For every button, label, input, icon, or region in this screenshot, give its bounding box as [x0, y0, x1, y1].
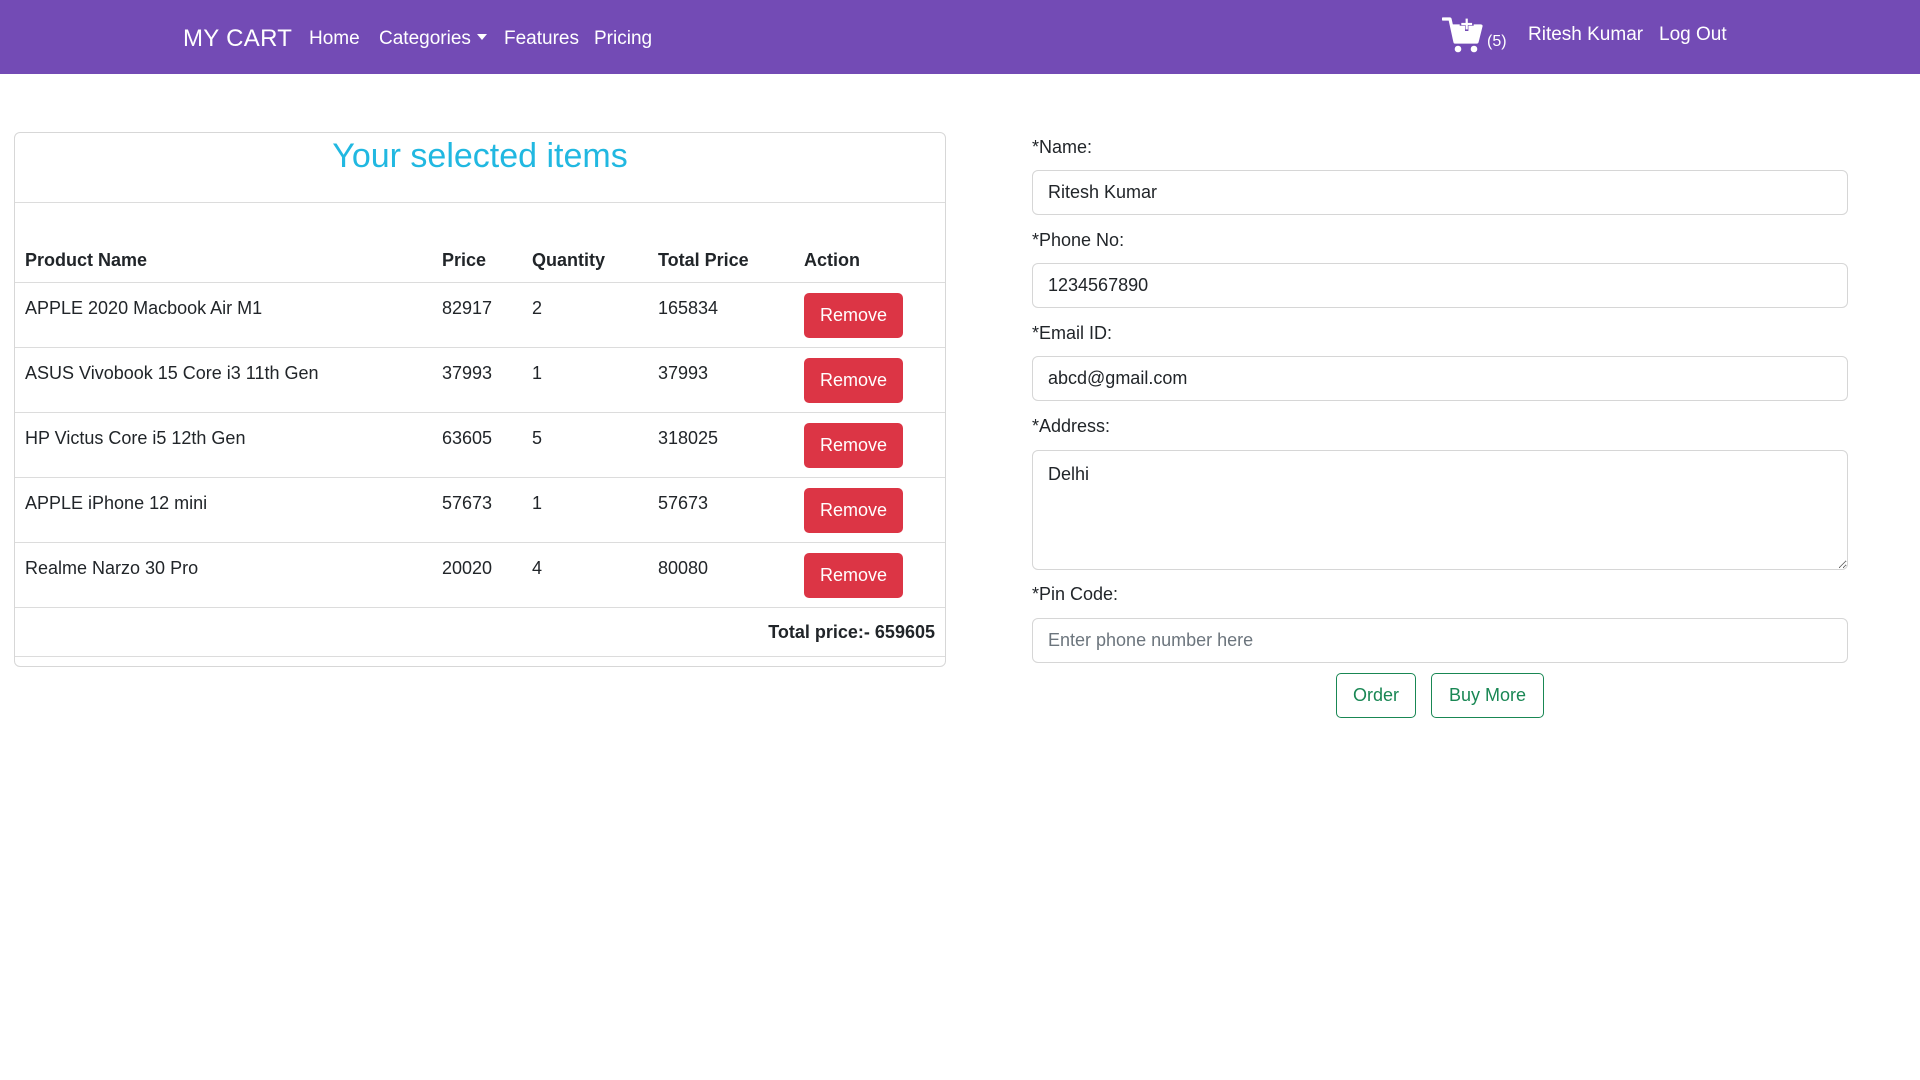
header-quantity: Quantity: [532, 250, 606, 270]
product-quantity: 4: [532, 558, 543, 578]
header-total-price: Total Price: [658, 250, 749, 270]
nav-home-link[interactable]: Home: [309, 28, 360, 50]
product-price: 82917: [442, 298, 493, 318]
product-quantity: 5: [532, 428, 543, 448]
order-button[interactable]: Order: [1336, 673, 1416, 718]
pin-code-label: *Pin Code:: [1032, 584, 1119, 604]
product-price: 20020: [442, 558, 493, 578]
navbar: MY CART Home Categories Features Pricing…: [0, 0, 1920, 74]
product-name: HP Victus Core i5 12th Gen: [25, 428, 246, 448]
remove-button[interactable]: Remove: [804, 488, 903, 533]
nav-features-link[interactable]: Features: [504, 28, 579, 50]
product-total: 165834: [658, 298, 719, 318]
table-row: Realme Narzo 30 Pro 20020 4 80080 Remove: [15, 543, 945, 608]
cart-plus-icon: [1442, 17, 1483, 53]
phone-input[interactable]: [1032, 263, 1848, 308]
cart-card: Your selected items Product Name Price Q…: [14, 132, 946, 667]
product-name: APPLE iPhone 12 mini: [25, 493, 208, 513]
product-price: 37993: [442, 363, 493, 383]
remove-button[interactable]: Remove: [804, 553, 903, 598]
brand-logo[interactable]: MY CART: [183, 25, 292, 53]
cart-count-badge: (5): [1487, 33, 1507, 50]
product-name: APPLE 2020 Macbook Air M1: [25, 298, 263, 318]
pin-code-input[interactable]: [1032, 618, 1848, 663]
name-label: *Name:: [1032, 137, 1093, 157]
phone-label: *Phone No:: [1032, 230, 1125, 250]
address-textarea[interactable]: Delhi: [1032, 450, 1848, 570]
address-label: *Address:: [1032, 416, 1111, 436]
nav-categories-label: Categories: [379, 28, 471, 49]
remove-button[interactable]: Remove: [804, 358, 903, 403]
nav-pricing-link[interactable]: Pricing: [594, 28, 652, 50]
product-total: 37993: [658, 363, 709, 383]
header-product-name: Product Name: [25, 250, 148, 270]
email-label: *Email ID:: [1032, 323, 1113, 343]
product-quantity: 2: [532, 298, 543, 318]
nav-categories-dropdown[interactable]: Categories: [379, 28, 487, 50]
logout-link[interactable]: Log Out: [1659, 24, 1727, 46]
caret-down-icon: [476, 34, 487, 40]
remove-button[interactable]: Remove: [804, 423, 903, 468]
table-row: ASUS Vivobook 15 Core i3 11th Gen 37993 …: [15, 348, 945, 413]
product-total: 318025: [658, 428, 719, 448]
product-name: ASUS Vivobook 15 Core i3 11th Gen: [25, 363, 319, 383]
email-input[interactable]: [1032, 356, 1848, 401]
total-row: Total price:- 659605: [15, 608, 945, 657]
user-name-link[interactable]: Ritesh Kumar: [1528, 24, 1643, 46]
product-name: Realme Narzo 30 Pro: [25, 558, 199, 578]
cart-title-bar: Your selected items: [15, 133, 945, 203]
product-price: 63605: [442, 428, 493, 448]
cart-title: Your selected items: [332, 137, 628, 175]
product-quantity: 1: [532, 493, 543, 513]
table-row: APPLE iPhone 12 mini 57673 1 57673 Remov…: [15, 478, 945, 543]
product-total: 80080: [658, 558, 709, 578]
table-header: Product Name Price Quantity Total Price …: [15, 241, 945, 283]
product-total: 57673: [658, 493, 709, 513]
header-price: Price: [442, 250, 487, 270]
table-row: APPLE 2020 Macbook Air M1 82917 2 165834…: [15, 283, 945, 348]
cart-table: Product Name Price Quantity Total Price …: [15, 241, 945, 657]
product-price: 57673: [442, 493, 493, 513]
total-price: Total price:- 659605: [768, 622, 935, 642]
product-quantity: 1: [532, 363, 543, 383]
remove-button[interactable]: Remove: [804, 293, 903, 338]
table-row: HP Victus Core i5 12th Gen 63605 5 31802…: [15, 413, 945, 478]
header-action: Action: [804, 250, 860, 270]
buy-more-button[interactable]: Buy More: [1431, 673, 1544, 718]
name-input[interactable]: [1032, 170, 1848, 215]
